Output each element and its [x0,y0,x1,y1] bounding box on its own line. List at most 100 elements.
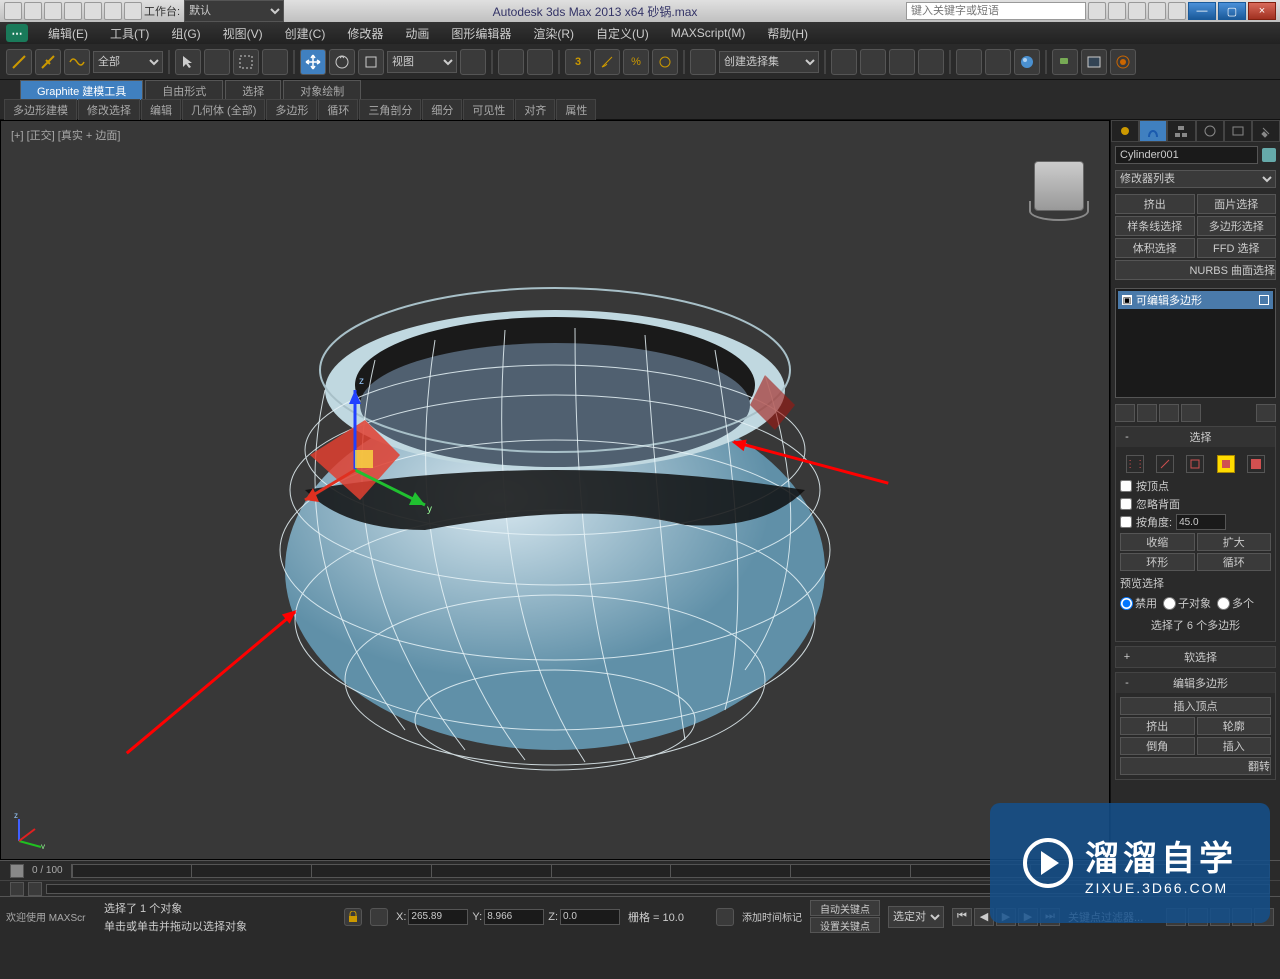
ribbon-modify-sel[interactable]: 修改选择 [78,99,140,121]
coord-y-input[interactable] [484,909,544,925]
new-icon[interactable] [24,2,42,20]
layers-icon[interactable] [889,49,915,75]
rendered-frame-icon[interactable] [1081,49,1107,75]
tab-selection[interactable]: 选择 [225,80,281,100]
named-selection-sets[interactable]: 创建选择集 [719,51,819,73]
btn-extrude[interactable]: 挤出 [1120,717,1195,735]
make-unique-icon[interactable] [1159,404,1179,422]
pin-stack-icon[interactable] [1115,404,1135,422]
align-icon[interactable] [860,49,886,75]
use-pivot-center-icon[interactable] [460,49,486,75]
modifier-list-select[interactable]: 修改器列表 [1115,170,1276,188]
viewport-label[interactable]: [+] [正交] [真实 + 边面] [11,127,120,143]
select-by-name-icon[interactable] [204,49,230,75]
btn-patch-select[interactable]: 面片选择 [1197,194,1277,214]
ribbon-polygons[interactable]: 多边形 [266,99,317,121]
menu-create[interactable]: 创建(C) [275,23,336,44]
select-and-move-icon[interactable] [300,49,326,75]
search-icon[interactable] [1088,2,1106,20]
schematic-view-icon[interactable] [985,49,1011,75]
panel-display-icon[interactable] [1224,120,1252,142]
coord-z-input[interactable] [560,909,620,925]
btn-ring[interactable]: 环形 [1120,553,1195,571]
exchange-icon[interactable] [1128,2,1146,20]
rollout-selection-header[interactable]: -选择 [1116,427,1275,447]
redo-icon[interactable] [104,2,122,20]
btn-flip[interactable]: 翻转 [1120,757,1271,775]
help-icon[interactable] [1168,2,1186,20]
maxscript-mini-listener[interactable]: 欢迎使用 MAXScr [6,909,96,924]
radio-preview-multi[interactable] [1217,597,1230,610]
menu-edit[interactable]: 编辑(E) [38,23,98,44]
window-crossing-icon[interactable] [262,49,288,75]
angle-snap-icon[interactable] [594,49,620,75]
menu-modifiers[interactable]: 修改器 [337,23,393,44]
btn-outline[interactable]: 轮廓 [1197,717,1272,735]
btn-spline-select[interactable]: 样条线选择 [1115,216,1195,236]
select-link-icon[interactable] [6,49,32,75]
menu-group[interactable]: 组(G) [161,23,210,44]
window-maximize-button[interactable]: ▢ [1218,2,1246,20]
rollout-soft-sel-header[interactable]: +软选择 [1116,647,1275,667]
model-pot[interactable]: z y [205,190,905,790]
rect-selection-icon[interactable] [233,49,259,75]
time-slider-thumb[interactable] [10,864,24,878]
menu-help[interactable]: 帮助(H) [757,23,818,44]
percent-snap-icon[interactable]: % [623,49,649,75]
add-time-tag-label[interactable]: 添加时间标记 [742,909,802,924]
btn-ffd-select[interactable]: FFD 选择 [1197,238,1277,258]
subobj-polygon-icon[interactable] [1217,455,1235,473]
render-production-icon[interactable] [1110,49,1136,75]
btn-grow[interactable]: 扩大 [1197,533,1272,551]
ribbon-align[interactable]: 对齐 [515,99,555,121]
key-selected-list[interactable]: 选定对 [888,906,944,928]
ribbon-geometry[interactable]: 几何体 (全部) [182,99,265,121]
curve-editor-icon[interactable] [956,49,982,75]
subobj-element-icon[interactable] [1247,455,1265,473]
panel-motion-icon[interactable] [1196,120,1224,142]
btn-loop[interactable]: 循环 [1197,553,1272,571]
keyboard-shortcut-icon[interactable] [527,49,553,75]
radio-preview-off[interactable] [1120,597,1133,610]
configure-sets-icon[interactable] [1256,404,1276,422]
btn-poly-select[interactable]: 多边形选择 [1197,216,1277,236]
link-icon[interactable] [124,2,142,20]
btn-bevel[interactable]: 倒角 [1120,737,1195,755]
select-object-icon[interactable] [175,49,201,75]
snap-2d-icon[interactable]: 3 [565,49,591,75]
subobj-edge-icon[interactable] [1156,455,1174,473]
favorite-icon[interactable] [1148,2,1166,20]
ribbon-visibility[interactable]: 可见性 [463,99,514,121]
window-minimize-button[interactable]: — [1188,2,1216,20]
unlink-icon[interactable] [35,49,61,75]
time-tag-icon[interactable] [716,908,734,926]
show-end-result-icon[interactable] [1137,404,1157,422]
ref-coord-system[interactable]: 视图 [387,51,457,73]
remove-modifier-icon[interactable] [1181,404,1201,422]
menu-customize[interactable]: 自定义(U) [586,23,659,44]
subobj-border-icon[interactable] [1186,455,1204,473]
undo-icon[interactable] [84,2,102,20]
viewcube[interactable] [1019,151,1099,231]
open-icon[interactable] [44,2,62,20]
abs-rel-transform-icon[interactable] [370,908,388,926]
ribbon-subdiv[interactable]: 细分 [422,99,462,121]
window-close-button[interactable]: × [1248,2,1276,20]
3dsmax-logo-icon[interactable]: ⋯ [6,24,28,42]
tab-object-paint[interactable]: 对象绘制 [283,80,361,100]
tab-freeform[interactable]: 自由形式 [145,80,223,100]
subscribe-icon[interactable] [1108,2,1126,20]
spinner-snap-icon[interactable] [652,49,678,75]
trackbar-keys-icon[interactable] [28,882,42,896]
btn-vol-select[interactable]: 体积选择 [1115,238,1195,258]
object-color-swatch[interactable] [1262,148,1276,162]
btn-insert-vertex[interactable]: 插入顶点 [1120,697,1271,715]
subobj-vertex-icon[interactable]: ⋮⋮ [1126,455,1144,473]
menu-tools[interactable]: 工具(T) [100,23,159,44]
tab-graphite-modeling[interactable]: Graphite 建模工具 [20,80,143,100]
search-input[interactable] [906,2,1086,20]
select-manipulate-icon[interactable] [498,49,524,75]
render-setup-icon[interactable] [1052,49,1078,75]
menu-rendering[interactable]: 渲染(R) [523,23,584,44]
mirror-icon[interactable] [831,49,857,75]
